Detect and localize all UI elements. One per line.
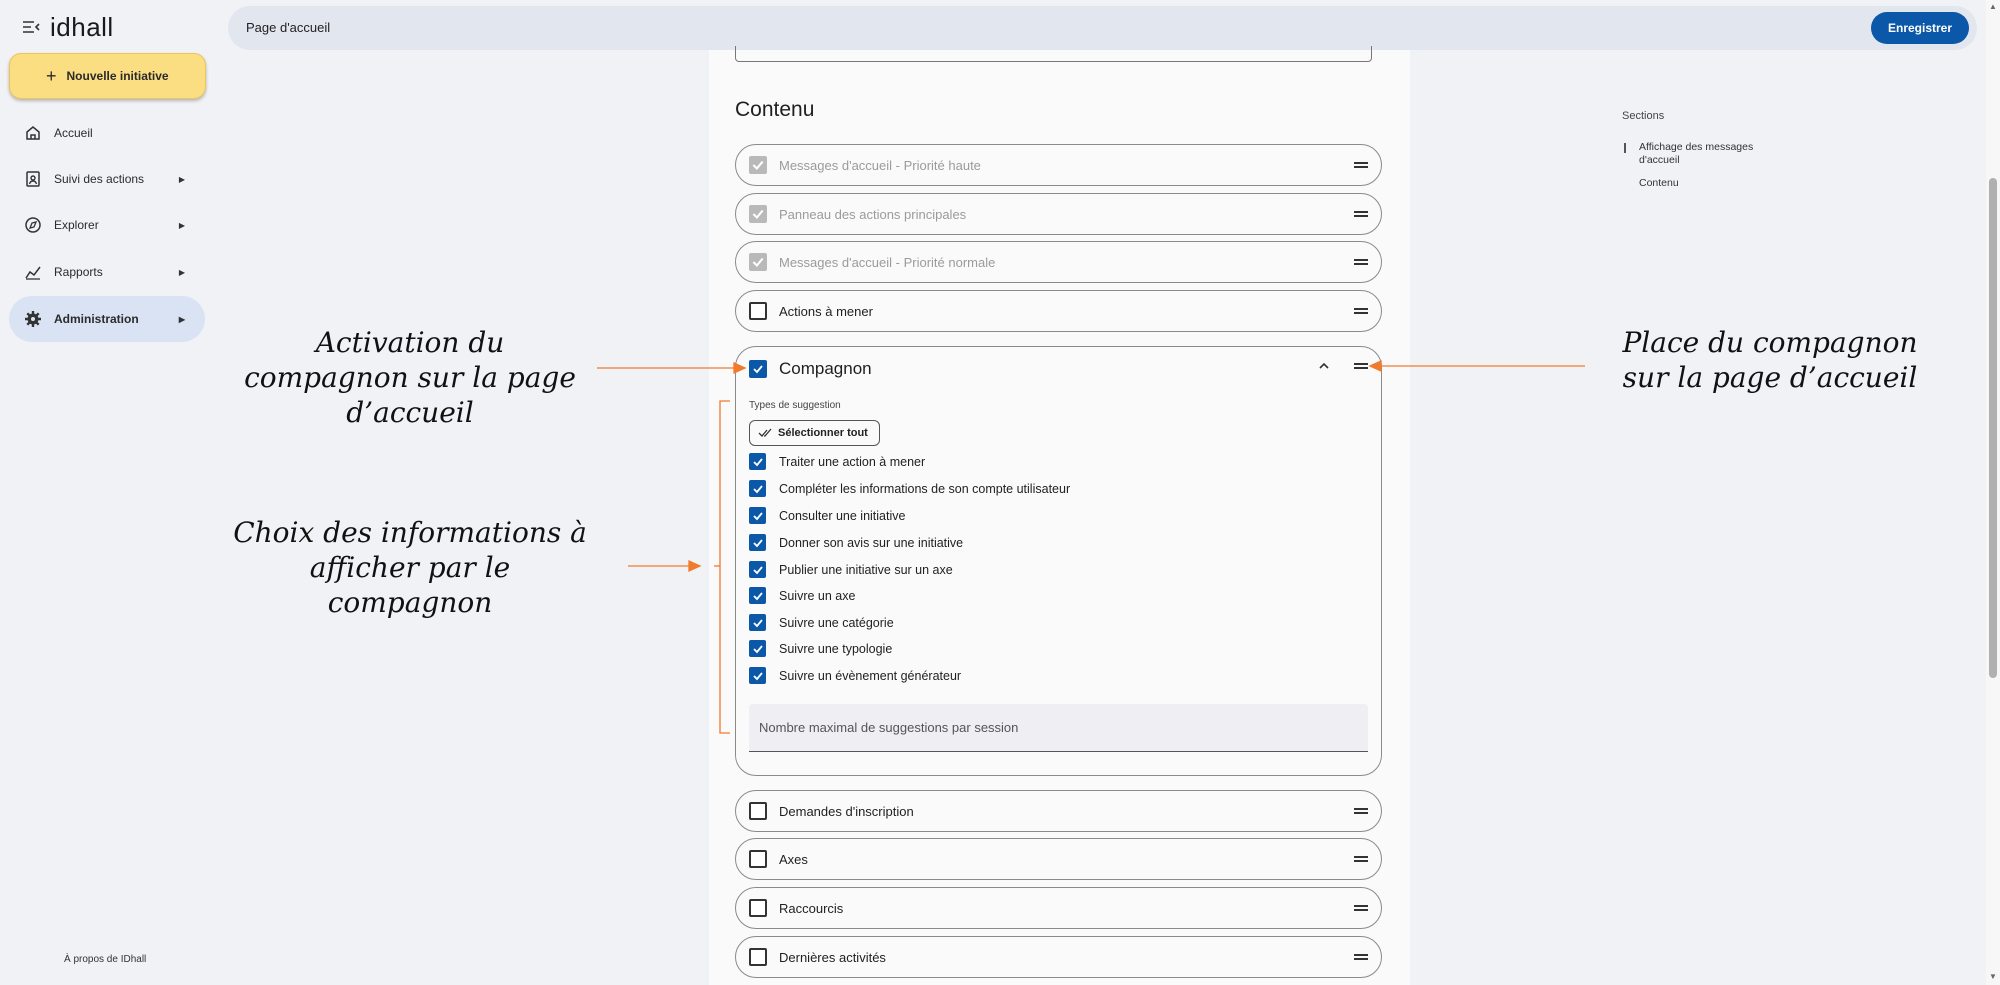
annotation-arrows <box>597 359 1585 734</box>
